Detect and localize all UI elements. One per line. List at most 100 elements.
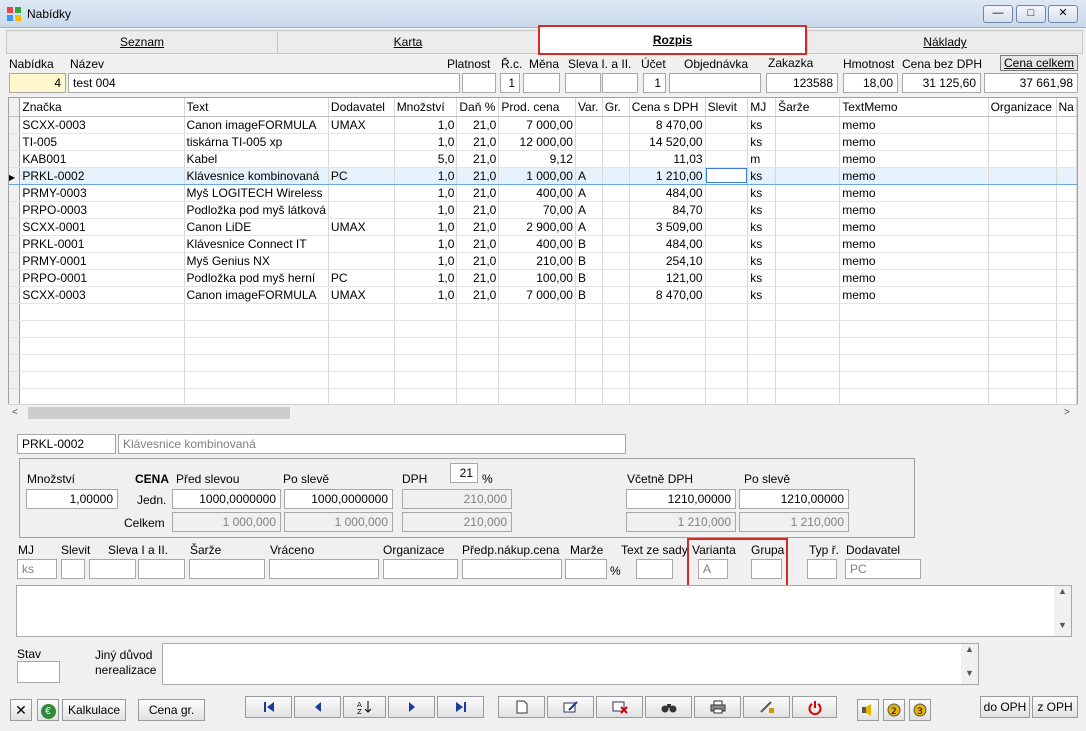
column-header[interactable]: Prod. cena: [498, 98, 576, 117]
scroll-right-icon[interactable]: >: [1064, 407, 1070, 418]
table-cell[interactable]: ks: [747, 286, 777, 304]
table-cell[interactable]: [19, 303, 185, 321]
table-cell[interactable]: 8 470,00: [629, 116, 706, 134]
vraceno-field[interactable]: [269, 559, 379, 579]
table-cell[interactable]: ks: [747, 166, 777, 185]
table-cell[interactable]: [705, 235, 749, 253]
table-cell[interactable]: [629, 371, 706, 389]
table-cell[interactable]: [705, 184, 749, 202]
do-oph-button[interactable]: do OPH: [980, 696, 1030, 718]
maximize-button[interactable]: □: [1016, 5, 1046, 23]
scroll-down-icon[interactable]: ▼: [961, 668, 978, 678]
table-cell[interactable]: [988, 166, 1057, 185]
jedn-pred-field[interactable]: 1000,0000000: [172, 489, 281, 509]
table-cell[interactable]: [775, 166, 841, 185]
table-cell[interactable]: [988, 371, 1057, 389]
row-indicator[interactable]: [9, 201, 21, 219]
table-cell[interactable]: [1056, 286, 1077, 304]
table-cell[interactable]: [602, 218, 630, 236]
kalkulace-button[interactable]: Kalkulace: [62, 699, 126, 721]
mj-field[interactable]: ks: [17, 559, 57, 579]
sleva1-field[interactable]: [565, 73, 601, 93]
table-cell[interactable]: [1056, 201, 1077, 219]
table-cell[interactable]: [705, 354, 749, 372]
table-cell[interactable]: A: [575, 201, 603, 219]
mnozstvi-field[interactable]: 1,00000: [26, 489, 118, 509]
table-cell[interactable]: memo: [839, 269, 989, 287]
table-row[interactable]: TI-005 tiskárna TI-005 xp 1,0 21,0 12 000,00…: [9, 133, 1077, 151]
table-row[interactable]: [9, 303, 1077, 321]
table-cell[interactable]: [839, 303, 989, 321]
table-cell[interactable]: [1056, 133, 1077, 151]
assistant-2-button[interactable]: 2: [883, 699, 905, 721]
cena-gr-button[interactable]: Cena gr.: [138, 699, 205, 721]
table-cell[interactable]: [575, 320, 603, 338]
table-cell[interactable]: [988, 116, 1057, 134]
row-pointer-icon[interactable]: ▶: [9, 166, 21, 185]
table-cell[interactable]: 100,00: [498, 269, 576, 287]
table-cell[interactable]: [456, 303, 500, 321]
search-button[interactable]: [645, 696, 692, 718]
table-cell[interactable]: [328, 150, 395, 168]
table-cell[interactable]: 21,0: [456, 286, 500, 304]
table-cell[interactable]: [988, 303, 1057, 321]
table-cell[interactable]: [328, 235, 395, 253]
table-cell[interactable]: 11,03: [629, 150, 706, 168]
table-row[interactable]: PRMY-0001 Myš Genius NX 1,0 21,0 210,00 B 254,…: [9, 252, 1077, 270]
nabidka-field[interactable]: 4: [9, 73, 66, 93]
table-cell[interactable]: [394, 303, 458, 321]
sleva2-detail-field[interactable]: [138, 559, 185, 579]
table-cell[interactable]: [1056, 337, 1077, 355]
table-cell[interactable]: [456, 337, 500, 355]
table-cell[interactable]: [988, 150, 1057, 168]
slevit-field[interactable]: [61, 559, 85, 579]
table-cell[interactable]: [705, 303, 749, 321]
table-cell[interactable]: [747, 337, 777, 355]
table-cell[interactable]: ks: [747, 133, 777, 151]
table-cell[interactable]: SCXX-0003: [19, 116, 185, 134]
exit-button[interactable]: [792, 696, 837, 718]
column-header[interactable]: Na: [1056, 98, 1077, 117]
table-cell[interactable]: [394, 320, 458, 338]
table-cell[interactable]: [19, 388, 185, 406]
table-cell[interactable]: [839, 337, 989, 355]
table-cell[interactable]: [575, 150, 603, 168]
table-cell[interactable]: 1,0: [394, 166, 458, 185]
table-cell[interactable]: [498, 388, 576, 406]
table-cell[interactable]: memo: [839, 184, 989, 202]
table-cell[interactable]: [1056, 235, 1077, 253]
table-cell[interactable]: 484,00: [629, 184, 706, 202]
column-header[interactable]: Dodavatel: [328, 98, 395, 117]
table-cell[interactable]: [747, 388, 777, 406]
column-header[interactable]: Organizace: [988, 98, 1057, 117]
table-cell[interactable]: [1056, 269, 1077, 287]
table-cell[interactable]: [498, 337, 576, 355]
euro-button[interactable]: €: [37, 699, 59, 721]
table-cell[interactable]: [328, 303, 395, 321]
marze-field[interactable]: [565, 559, 607, 579]
jiny-duvod-textarea[interactable]: [162, 643, 979, 685]
objednavka-field[interactable]: [669, 73, 761, 93]
table-cell[interactable]: [394, 337, 458, 355]
varianta-field[interactable]: A: [698, 559, 728, 579]
tab-karta[interactable]: Karta: [277, 30, 539, 54]
table-cell[interactable]: [988, 388, 1057, 406]
cena-celkem-label[interactable]: Cena celkem: [1000, 55, 1079, 71]
table-cell[interactable]: [629, 303, 706, 321]
table-cell[interactable]: [839, 388, 989, 406]
table-cell[interactable]: 9,12: [498, 150, 576, 168]
table-cell[interactable]: [328, 184, 395, 202]
assistant-3-button[interactable]: 3: [909, 699, 931, 721]
tab-rozpis[interactable]: Rozpis: [538, 25, 807, 55]
scroll-left-icon[interactable]: <: [12, 407, 18, 418]
table-cell[interactable]: 210,00: [498, 252, 576, 270]
table-cell[interactable]: 21,0: [456, 150, 500, 168]
table-cell[interactable]: [775, 150, 841, 168]
table-cell[interactable]: 12 000,00: [498, 133, 576, 151]
table-cell[interactable]: [775, 235, 841, 253]
table-cell[interactable]: [705, 218, 749, 236]
table-cell[interactable]: [1056, 184, 1077, 202]
table-cell[interactable]: [839, 354, 989, 372]
table-cell[interactable]: ks: [747, 201, 777, 219]
cena-celkem-field[interactable]: 37 661,98: [984, 73, 1078, 93]
